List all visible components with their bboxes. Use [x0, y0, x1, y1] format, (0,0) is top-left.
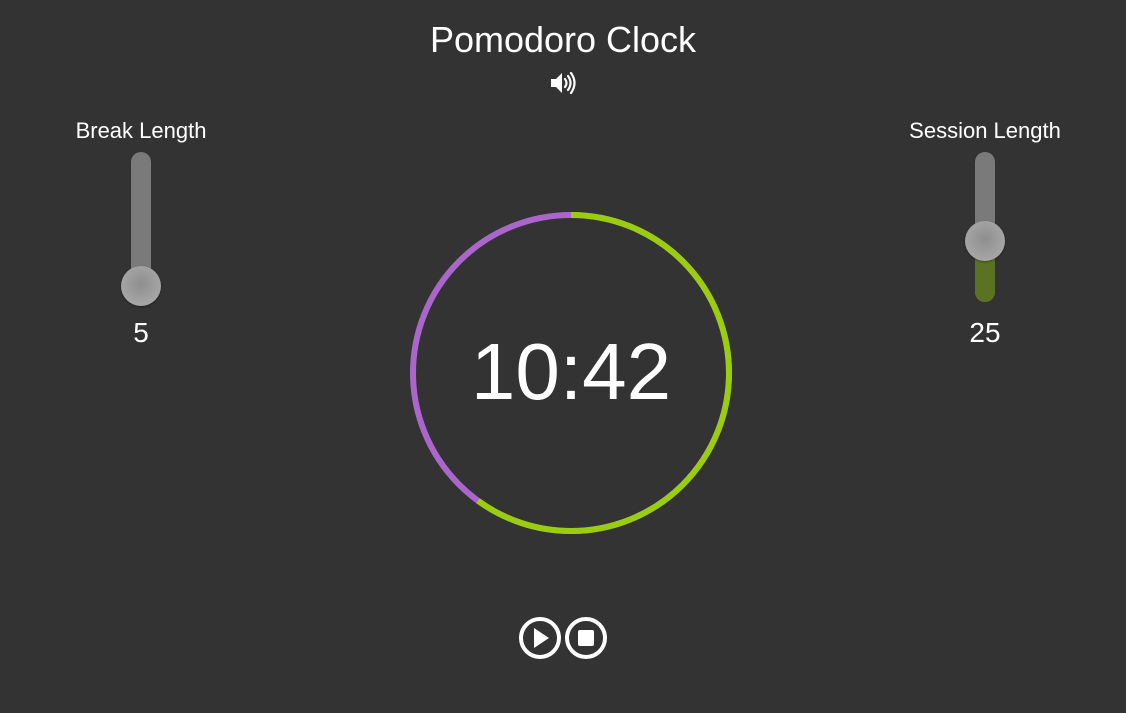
play-button[interactable]	[518, 616, 562, 660]
stop-button[interactable]	[564, 616, 608, 660]
session-slider-thumb[interactable]	[965, 221, 1005, 261]
sound-toggle-button[interactable]	[548, 70, 578, 96]
break-length-slider[interactable]	[119, 152, 163, 306]
speaker-volume-icon	[551, 71, 576, 95]
play-icon	[519, 617, 561, 659]
timer-display: 10:42	[470, 327, 672, 416]
break-length-control: Break Length 5	[41, 116, 241, 350]
page-title: Pomodoro Clock	[429, 19, 697, 60]
break-length-label: Break Length	[75, 118, 207, 143]
session-length-value: 25	[969, 317, 1001, 348]
break-slider-thumb[interactable]	[121, 266, 161, 306]
stop-icon	[565, 617, 607, 659]
timer-controls	[518, 616, 610, 660]
session-length-control: Session Length 25	[885, 116, 1085, 350]
pomodoro-app: Pomodoro Clock Break Length 5 Session Le…	[0, 0, 1126, 713]
timer-clock: 10:42	[410, 212, 732, 534]
session-length-label: Session Length	[909, 118, 1061, 143]
session-length-slider[interactable]	[963, 152, 1007, 304]
break-length-value: 5	[133, 317, 149, 348]
